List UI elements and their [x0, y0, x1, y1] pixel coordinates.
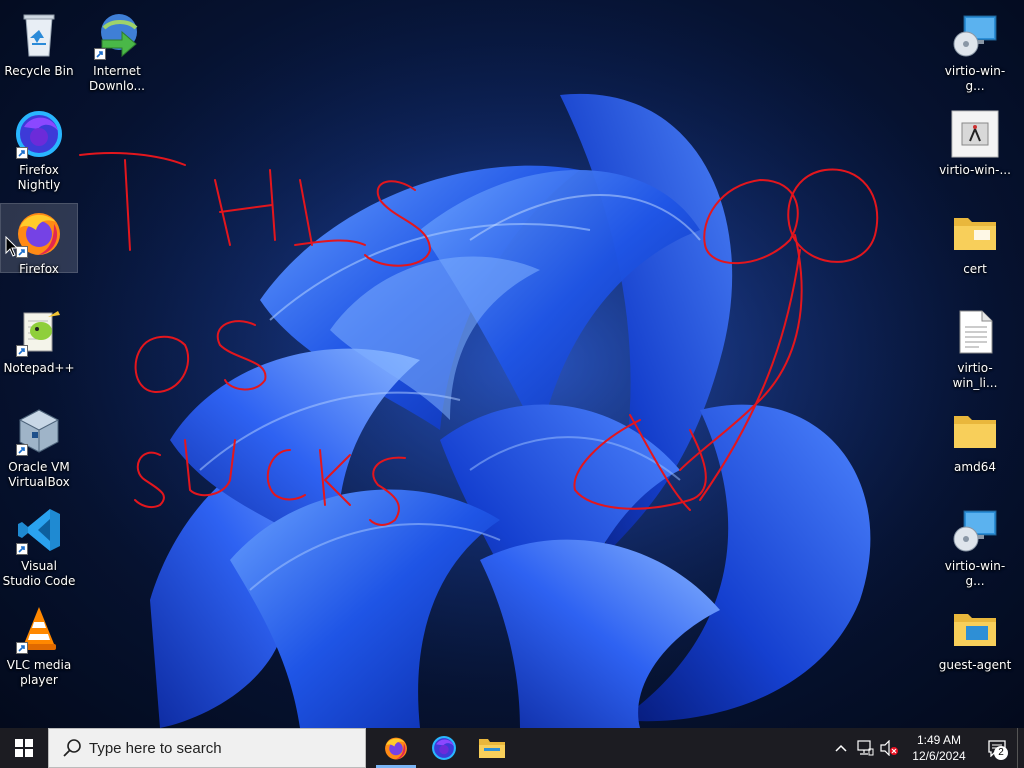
shortcut-arrow-icon [16, 345, 28, 357]
desktop-icon-visual-studio-code[interactable]: Visual Studio Code [1, 501, 77, 591]
network-icon [857, 740, 874, 756]
folder-screen-icon [950, 604, 1000, 654]
shortcut-arrow-icon [16, 543, 28, 555]
firefox-nightly-icon [432, 736, 456, 760]
shortcut-arrow-icon [16, 147, 28, 159]
volume-button[interactable] [877, 728, 901, 768]
desktop-icon-label: virtio-win-g... [944, 559, 1006, 588]
desktop-icon-label: Firefox Nightly [17, 163, 61, 192]
action-center-button[interactable]: 2 [977, 728, 1017, 768]
start-button[interactable] [0, 728, 48, 768]
desktop-icon-label: virtio-win_li... [952, 361, 998, 390]
desktop-icon-label: virtio-win-... [939, 163, 1011, 177]
desktop-icon-virtio-win-gt-2[interactable]: virtio-win-g... [937, 501, 1013, 591]
installer-app-icon [950, 109, 1000, 159]
notepad-plus-plus-icon [14, 307, 64, 357]
desktop-icon-firefox-nightly[interactable]: Firefox Nightly [1, 105, 77, 195]
desktop-icon-label: Notepad++ [3, 361, 75, 375]
show-desktop-button[interactable] [1017, 728, 1024, 768]
taskbar-search-box[interactable]: Type here to search [48, 728, 366, 768]
desktop[interactable]: Recycle Bin Firefox Nightly Firefox Note… [0, 0, 1024, 728]
firefox-icon [385, 737, 407, 760]
internet-download-manager-icon [92, 10, 142, 60]
network-button[interactable] [853, 728, 877, 768]
desktop-icon-label: Oracle VM VirtualBox [8, 460, 70, 489]
search-icon [63, 739, 81, 757]
desktop-icon-virtio-win-license[interactable]: virtio-win_li... [937, 303, 1013, 393]
recycle-bin-icon [14, 10, 64, 60]
folder-icon [950, 406, 1000, 456]
firefox-nightly-icon [14, 109, 64, 159]
clock-time: 1:49 AM [916, 733, 962, 747]
desktop-icon-label: VLC media player [6, 658, 72, 687]
desktop-icon-label: cert [963, 262, 987, 276]
volume-muted-icon [880, 740, 898, 756]
vscode-icon [14, 505, 64, 555]
show-hidden-icons-button[interactable] [829, 728, 853, 768]
shortcut-arrow-icon [16, 444, 28, 456]
taskbar-app-firefox[interactable] [372, 728, 420, 768]
desktop-icon-recycle-bin[interactable]: Recycle Bin [1, 6, 77, 96]
shortcut-arrow-icon [16, 642, 28, 654]
search-placeholder: Type here to search [89, 739, 222, 757]
desktop-icon-cert-folder[interactable]: cert [937, 204, 1013, 294]
chevron-up-icon [835, 744, 847, 752]
taskbar-app-firefox-nightly[interactable] [420, 728, 468, 768]
mouse-cursor-icon [5, 236, 19, 257]
desktop-icon-label: Recycle Bin [4, 64, 74, 78]
virtualbox-icon [14, 406, 64, 456]
taskbar: Type here to search 1:49 AM 12/6/2024 2 [0, 728, 1024, 768]
folder-icon [950, 208, 1000, 258]
taskbar-clock[interactable]: 1:49 AM 12/6/2024 [901, 732, 977, 764]
desktop-icon-label: Internet Downlo... [89, 64, 145, 93]
desktop-icon-amd64-folder[interactable]: amd64 [937, 402, 1013, 492]
desktop-icon-vlc-media-player[interactable]: VLC media player [1, 600, 77, 690]
notification-count-badge: 2 [994, 746, 1008, 760]
system-tray: 1:49 AM 12/6/2024 2 [829, 728, 1024, 768]
file-explorer-icon [479, 739, 505, 758]
desktop-icon-virtio-win-app[interactable]: virtio-win-... [937, 105, 1013, 195]
firefox-icon [14, 208, 64, 258]
clock-date: 12/6/2024 [912, 749, 966, 763]
installer-disc-icon [950, 505, 1000, 555]
desktop-icon-label: Firefox [19, 262, 59, 276]
shortcut-arrow-icon [94, 48, 106, 60]
vlc-icon [14, 604, 64, 654]
desktop-icon-label: Visual Studio Code [2, 559, 76, 588]
desktop-icon-label: guest-agent [938, 658, 1012, 672]
text-file-icon [950, 307, 1000, 357]
desktop-icon-internet-download-manager[interactable]: Internet Downlo... [79, 6, 155, 96]
desktop-icon-notepad-plus-plus[interactable]: Notepad++ [1, 303, 77, 393]
desktop-icon-virtio-win-gt[interactable]: virtio-win-g... [937, 6, 1013, 96]
installer-disc-icon [950, 10, 1000, 60]
desktop-icon-label: amd64 [954, 460, 996, 474]
desktop-icon-guest-agent-folder[interactable]: guest-agent [937, 600, 1013, 690]
desktop-icon-label: virtio-win-g... [944, 64, 1006, 93]
desktop-icon-oracle-vm-virtualbox[interactable]: Oracle VM VirtualBox [1, 402, 77, 492]
taskbar-app-file-explorer[interactable] [468, 728, 516, 768]
windows-logo-icon [15, 739, 33, 757]
wallpaper [0, 0, 1024, 728]
